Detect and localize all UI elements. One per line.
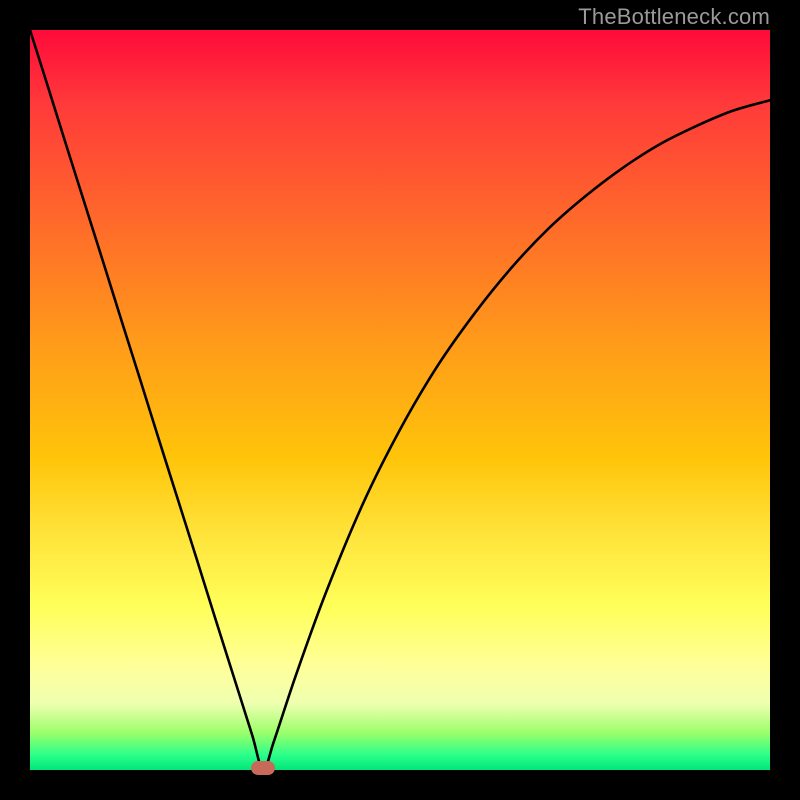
chart-frame: TheBottleneck.com bbox=[0, 0, 800, 800]
curve-path bbox=[30, 30, 770, 770]
minimum-marker bbox=[251, 761, 275, 775]
curve-svg bbox=[30, 30, 770, 770]
watermark-text: TheBottleneck.com bbox=[578, 4, 770, 30]
